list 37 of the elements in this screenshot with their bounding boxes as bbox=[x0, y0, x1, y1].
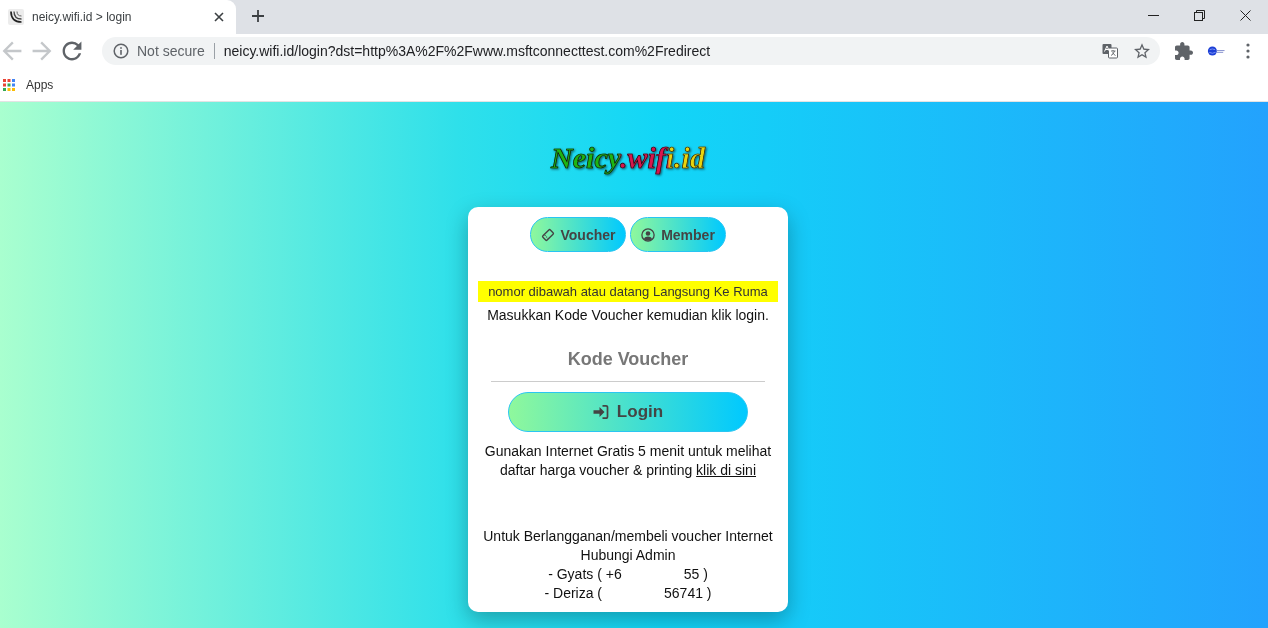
voucher-code-input[interactable]: Kode Voucher bbox=[491, 338, 765, 382]
apps-bookmark[interactable]: Apps bbox=[3, 77, 54, 92]
url-text[interactable]: neicy.wifi.id/login?dst=http%3A%2F%2Fwww.msftconnecttest.com%2Fredirect bbox=[223, 43, 1102, 59]
plus-icon bbox=[252, 9, 264, 22]
login-mode-tab[interactable]: Voucher bbox=[530, 217, 626, 252]
info-text: Gunakan Internet Gratis 5 menit untuk melihat daftar harga voucher & printing klik di sini bbox=[483, 442, 773, 480]
apps-grid-icon bbox=[3, 78, 15, 91]
menu-icon bbox=[1246, 43, 1250, 59]
phone-fragment-text: 55 ) bbox=[683, 565, 708, 584]
contact-text: Untuk Berlangganan/membeli voucher Internet bbox=[483, 527, 773, 546]
instruction-text: Masukkan Kode Voucher kemudian klik login. bbox=[487, 306, 769, 325]
back-arrow-icon bbox=[2, 41, 22, 61]
favicon-icon bbox=[8, 9, 24, 25]
security-status-text[interactable]: Not secure bbox=[137, 43, 205, 59]
ticket-icon bbox=[540, 227, 555, 242]
reload-button[interactable] bbox=[60, 39, 84, 63]
scrolling-notice: nomor dibawah atau datang Langsung Ke Ruma bbox=[478, 281, 778, 302]
sign-in-icon bbox=[592, 404, 609, 420]
info-icon[interactable] bbox=[113, 43, 129, 59]
user-circle-icon bbox=[641, 227, 656, 242]
translate-icon[interactable] bbox=[1102, 43, 1118, 59]
login-button[interactable]: Login bbox=[508, 392, 748, 432]
star-icon[interactable] bbox=[1134, 43, 1150, 59]
browser-tab[interactable]: neicy.wifi.id > login bbox=[0, 0, 236, 34]
address-bar[interactable]: Not secure neicy.wifi.id/login?dst=http%3A%2F%2Fwww.msftconnecttest.com%2Fredirect bbox=[102, 37, 1160, 65]
puzzle-icon bbox=[1175, 42, 1193, 60]
restore-icon bbox=[1193, 9, 1205, 21]
forward-arrow-icon bbox=[32, 41, 52, 61]
contact-text: Hubungi Admin bbox=[580, 546, 676, 565]
close-icon bbox=[214, 12, 224, 22]
admin-contact-text: - Gyats ( +6 bbox=[548, 565, 622, 584]
price-list-link[interactable]: klik di sini bbox=[696, 462, 756, 478]
admin-contact-text: - Deriza ( bbox=[544, 584, 603, 603]
close-icon bbox=[1239, 9, 1251, 21]
phone-fragment-text: 56741 ) bbox=[664, 584, 712, 603]
reload-icon bbox=[62, 41, 82, 61]
login-mode-tab[interactable]: Member bbox=[630, 217, 726, 252]
